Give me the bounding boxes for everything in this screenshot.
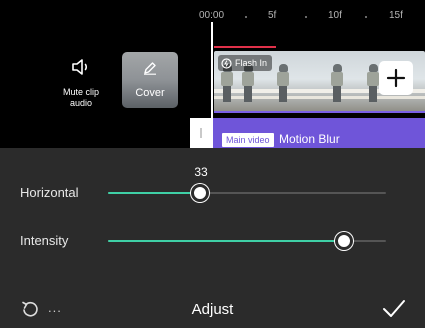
mute-label-line2: audio [69,98,93,108]
ruler-dot [305,16,307,18]
bottom-bar: ... Adjust [0,290,425,328]
ruler-label-3: 15f [389,10,403,21]
time-ruler: 00:00 5f 10f 15f [0,8,425,22]
transition-badge-label: Flash In [235,58,268,68]
effect-trim-handle[interactable] [190,118,212,148]
ruler-dot [245,16,247,18]
intensity-slider-fill [108,240,345,242]
add-clip-button[interactable] [379,61,413,95]
timeline[interactable]: 00:00 5f 10f 15f Mute clip audio Cover F… [0,0,425,148]
adjust-panel: 33 Horizontal Intensity ... Adjust [0,148,425,328]
clip-frame-figure [330,64,344,102]
horizontal-slider[interactable] [108,184,386,202]
clip-frame-figure [366,64,380,102]
slider-value-label: 33 [194,165,208,179]
cover-label: Cover [135,87,165,99]
intensity-slider[interactable] [108,232,386,250]
effect-target-tag: Main video [222,133,274,147]
checkmark-icon[interactable] [382,298,406,320]
clip-frame-figure [276,64,290,102]
effect-name: Motion Blur [279,132,340,146]
mute-clip-audio-button[interactable]: Mute clip audio [54,58,108,109]
ruler-dot [365,16,367,18]
playhead[interactable] [211,22,213,148]
ruler-label-2: 10f [328,10,342,21]
horizontal-slider-fill [108,192,200,194]
playhead-marker [214,46,276,48]
cover-button[interactable]: Cover [122,52,178,108]
pencil-icon [144,62,156,75]
transition-badge[interactable]: Flash In [218,55,273,71]
effect-range-line [214,111,425,113]
effect-track[interactable]: Main video Motion Blur [190,118,425,148]
ruler-label-1: 5f [268,10,277,21]
intensity-label: Intensity [20,233,69,248]
speaker-icon [72,59,88,75]
horizontal-slider-thumb[interactable] [190,184,209,202]
ruler-label-0: 00:00 [199,10,225,21]
horizontal-label: Horizontal [20,185,79,200]
panel-title: Adjust [191,301,234,318]
flash-clock-icon [221,57,232,69]
mute-label-line1: Mute clip [62,87,99,97]
plus-icon [386,68,406,88]
intensity-slider-thumb[interactable] [335,232,354,250]
